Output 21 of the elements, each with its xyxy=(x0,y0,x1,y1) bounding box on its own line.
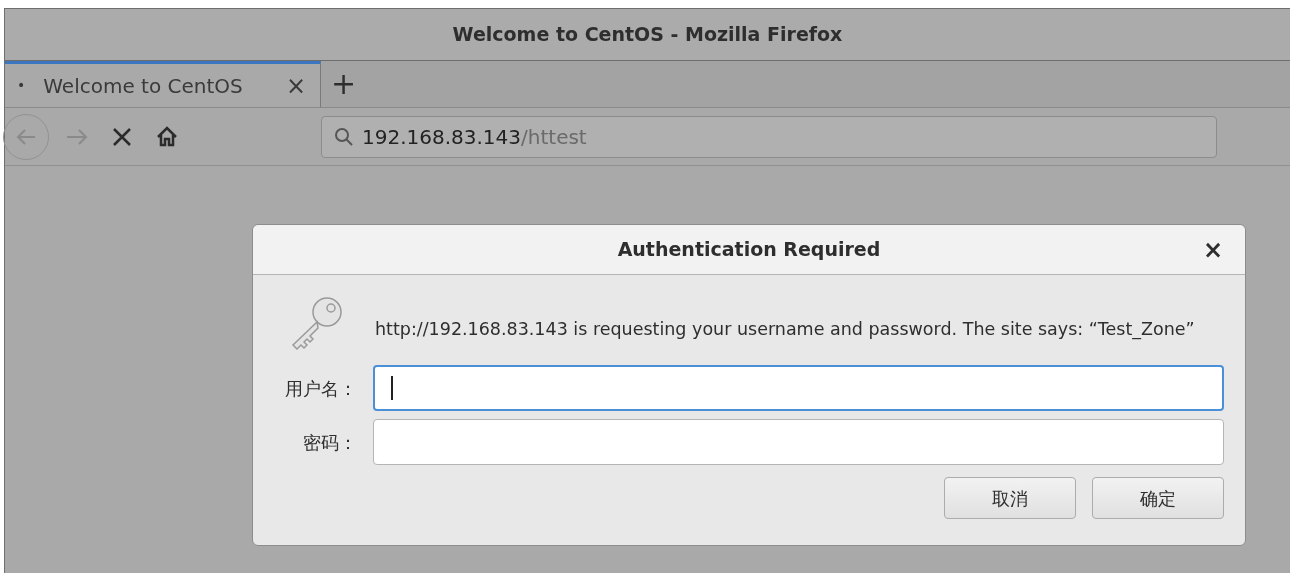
field-label: 用户名： xyxy=(284,376,358,401)
input-field[interactable] xyxy=(373,419,1224,465)
dialog-button[interactable]: 确定 xyxy=(1092,477,1224,519)
close-icon[interactable] xyxy=(111,125,133,148)
tab-dot: • xyxy=(17,76,26,95)
url-text: 192.168.83.143/httest xyxy=(362,123,587,151)
search-icon xyxy=(334,126,354,147)
new-tab-button[interactable]: + xyxy=(331,69,357,99)
url-field[interactable]: 192.168.83.143/httest xyxy=(321,115,1217,158)
dialog-close-button[interactable]: × xyxy=(1202,237,1223,262)
auth-message: http://192.168.83.143 is requesting your username and password. The site says: “Test_Zone” xyxy=(375,317,1195,342)
browser-tab[interactable]: • Welcome to CentOS × xyxy=(5,61,321,107)
home-icon[interactable] xyxy=(155,124,179,149)
tab-title: Welcome to CentOS xyxy=(43,72,244,100)
input-field[interactable] xyxy=(373,365,1224,411)
window-title: Welcome to CentOS - Mozilla Firefox xyxy=(452,22,843,48)
tab-close-button[interactable]: × xyxy=(285,73,306,98)
dialog-title: Authentication Required xyxy=(617,237,881,263)
field-label: 密码： xyxy=(302,430,358,455)
text-cursor xyxy=(391,376,393,400)
dialog-button[interactable]: 取消 xyxy=(944,477,1076,519)
